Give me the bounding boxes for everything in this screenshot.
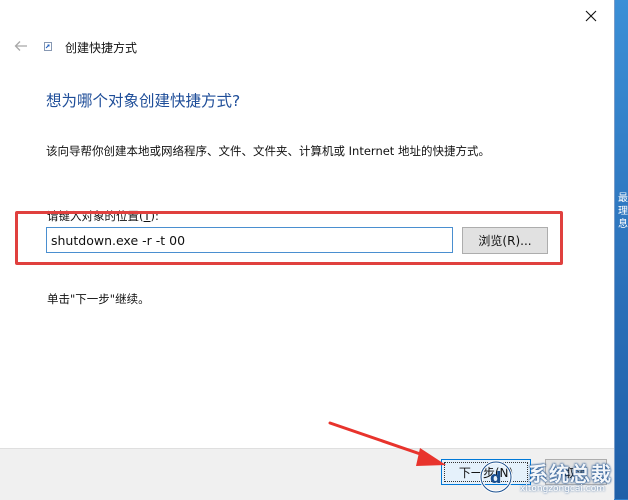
desktop-icon-label-2: 理: [618, 206, 628, 217]
red-highlight-box: [15, 211, 563, 265]
wizard-heading: 想为哪个对象创建快捷方式?: [46, 92, 241, 110]
back-button[interactable]: [12, 38, 30, 54]
continue-hint: 单击"下一步"继续。: [47, 292, 150, 306]
desktop-background: [614, 0, 628, 499]
close-icon: [585, 10, 597, 22]
shortcut-icon: [44, 42, 52, 51]
red-arrow-annotation: [328, 421, 446, 466]
window-title: 创建快捷方式: [65, 41, 138, 55]
desktop-icon-label-3: 息: [618, 219, 628, 230]
watermark-url: xitongzongcai.com: [520, 484, 605, 494]
watermark-text: 系统总裁: [528, 462, 612, 486]
desktop-icon-label-1: 最: [618, 193, 628, 204]
svg-text:d: d: [490, 468, 501, 487]
close-button[interactable]: [568, 0, 614, 32]
create-shortcut-wizard: 创建快捷方式 想为哪个对象创建快捷方式? 该向导帮你创建本地或网络程序、文件、文…: [0, 0, 615, 500]
back-arrow-icon: [14, 41, 27, 51]
wizard-description: 该向导帮你创建本地或网络程序、文件、文件夹、计算机或 Internet 地址的快…: [46, 144, 490, 158]
